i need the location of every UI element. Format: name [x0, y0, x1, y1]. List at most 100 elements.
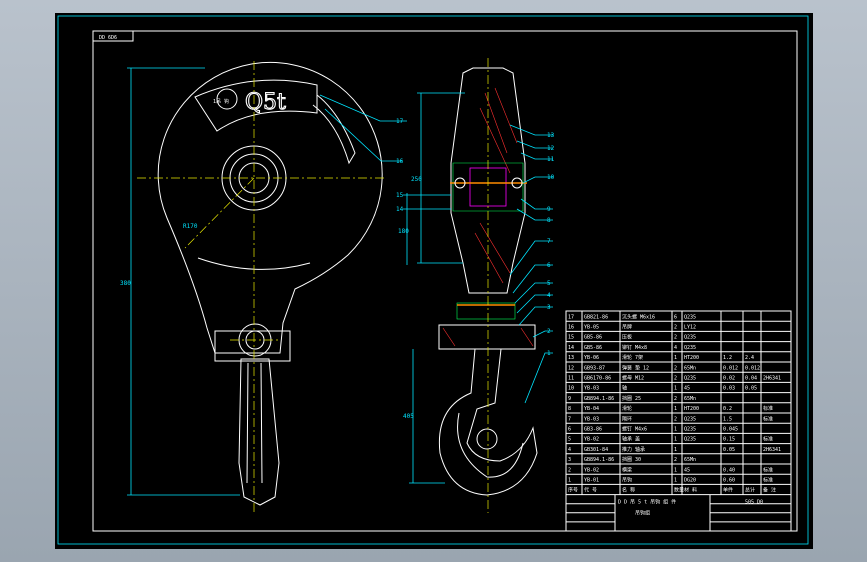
title-project: D D 吊 5 t 吊钩 组 件 [618, 499, 676, 506]
bom-cell: 2 [674, 376, 677, 382]
bom-cell: 横梁 [622, 466, 632, 473]
side-height-dim-line [127, 67, 240, 496]
side-center-lines [137, 61, 385, 513]
bom-cell: 1 [674, 406, 677, 412]
bom-cell: GB93-87 [584, 365, 605, 371]
bom-cell: 0.04 [745, 376, 757, 382]
callout-10: 10 [547, 174, 555, 181]
bom-cell: 1.2 [723, 355, 732, 361]
bom-cell: Q235 [684, 416, 696, 422]
bom-cell: 铆钉 M4x8 [622, 344, 647, 351]
front-hook-inner [457, 412, 524, 478]
bom-header-cell: 数量 [674, 487, 684, 494]
bom-cell: 1 [674, 386, 677, 392]
bom-cell: YB-02 [584, 437, 599, 443]
bom-cell: 轴 [622, 385, 627, 392]
bom-cell: 9 [568, 396, 571, 402]
outer-frame [57, 15, 809, 545]
bom-cell: Q235 [684, 376, 696, 382]
bom-cell: HT200 [684, 406, 699, 412]
bom-table: 17 GB821-86 沉头螺 M6x16 6 Q23516 YB-05 吊牌 2 LY1215… [565, 310, 792, 532]
drawing-canvas[interactable]: DD 6D6 Q5t 1吊 钩 380 R170 17 16 250 180 4… [55, 13, 813, 549]
bom-cell: 挡圈 30 [622, 456, 641, 463]
bom-cell: 滑轮 7架 [622, 354, 643, 361]
bom-header-cell: 总计 [745, 487, 755, 494]
bom-cell: YB-02 [584, 467, 599, 473]
bom-cell: 弹簧 垫 12 [622, 364, 649, 371]
bom-cell: 45 [684, 386, 690, 392]
bom-cell: 14 [568, 345, 574, 351]
bom-cell: YB-03 [584, 386, 599, 392]
bom-cell: 2 [674, 416, 677, 422]
frame-tag: DD 6D6 [99, 35, 117, 41]
bom-cell: 17 [568, 314, 574, 320]
bom-cell: 0.05 [745, 386, 757, 392]
callout-15: 15 [396, 192, 404, 199]
bom-cell: 1 [674, 437, 677, 443]
front-hatch-marks [474, 87, 518, 284]
bom-cell: 2 [674, 457, 677, 463]
title-code: 505 D0 [745, 500, 763, 506]
side-shank-lines [246, 362, 263, 484]
bom-cell: 0.012 [745, 365, 760, 371]
bom-cell: 吊牌 [622, 324, 632, 331]
bom-header-cell: 名 称 [622, 487, 635, 494]
bom-cell: 0.15 [723, 437, 735, 443]
bom-cell: 1 [674, 447, 677, 453]
front-mid-dim: 180 [398, 228, 409, 235]
bom-cell: 标准 [763, 415, 773, 422]
bom-cell: 65Mn [684, 396, 696, 402]
inner-frame [92, 30, 798, 532]
bom-cell: 5 [568, 437, 571, 443]
bom-cell: 7 [568, 416, 571, 422]
bom-cell: 1 [674, 478, 677, 484]
front-crossbeam [438, 324, 536, 350]
callout-4: 4 [547, 292, 551, 299]
bom-cell: 12 [568, 365, 574, 371]
side-callout-16: 16 [396, 158, 404, 165]
front-lower-dim: 405 [403, 413, 414, 420]
bom-cell: 螺钉 M4x6 [622, 426, 647, 433]
bom-cell: GB5-86 [584, 345, 602, 351]
bom-cell: 0.2 [723, 406, 732, 412]
title-sheet-name: 吊钩组 [635, 510, 650, 517]
callout-5: 5 [547, 280, 551, 287]
bom-cell: 10 [568, 386, 574, 392]
bom-cell: 0.40 [723, 467, 735, 473]
callout-6: 6 [547, 262, 551, 269]
bom-cell: GB894.1-86 [584, 457, 614, 463]
bom-cell: 6 [674, 314, 677, 320]
bom-cell: 0.02 [723, 376, 735, 382]
bom-cell: Q235 [684, 427, 696, 433]
side-leaders [319, 94, 407, 162]
bom-cell: 2H6341 [763, 447, 781, 453]
bom-header-cell: 备 注 [763, 487, 776, 494]
callout-9: 9 [547, 206, 551, 213]
bom-cell: 15 [568, 335, 574, 341]
bom-cell: 1.5 [723, 416, 732, 422]
front-hook-throat [476, 428, 498, 450]
bom-cell: 沉头螺 M6x16 [622, 313, 655, 320]
side-view: Q5t 1吊 钩 380 R170 17 16 [120, 61, 407, 513]
front-left-leaders [403, 194, 451, 210]
callout-11: 11 [547, 156, 555, 163]
bom-cell: 挡圈 25 [622, 395, 641, 402]
lower-boss-block [214, 330, 291, 362]
bom-cell: 4 [674, 345, 677, 351]
bom-header-cell: 序号 [568, 487, 578, 494]
bom-cell: 2 [568, 467, 571, 473]
side-hook-shank [238, 358, 280, 506]
cad-viewport[interactable]: DD 6D6 Q5t 1吊 钩 380 R170 17 16 250 180 4… [0, 0, 867, 562]
bom-cell: 滑轮 [622, 405, 632, 412]
bom-cell: HT200 [684, 355, 699, 361]
bom-cell: 标准 [763, 436, 773, 443]
callout-2: 2 [547, 328, 551, 335]
bom-cell: 1 [568, 478, 571, 484]
callout-14: 14 [396, 206, 404, 213]
bom-cell: 45 [684, 467, 690, 473]
bom-cell: Q235 [684, 345, 696, 351]
bom-cell: 吊钩 [622, 477, 632, 484]
bom-cell: 6 [568, 427, 571, 433]
callout-3: 3 [547, 304, 551, 311]
bom-cell: 标准 [763, 477, 773, 484]
